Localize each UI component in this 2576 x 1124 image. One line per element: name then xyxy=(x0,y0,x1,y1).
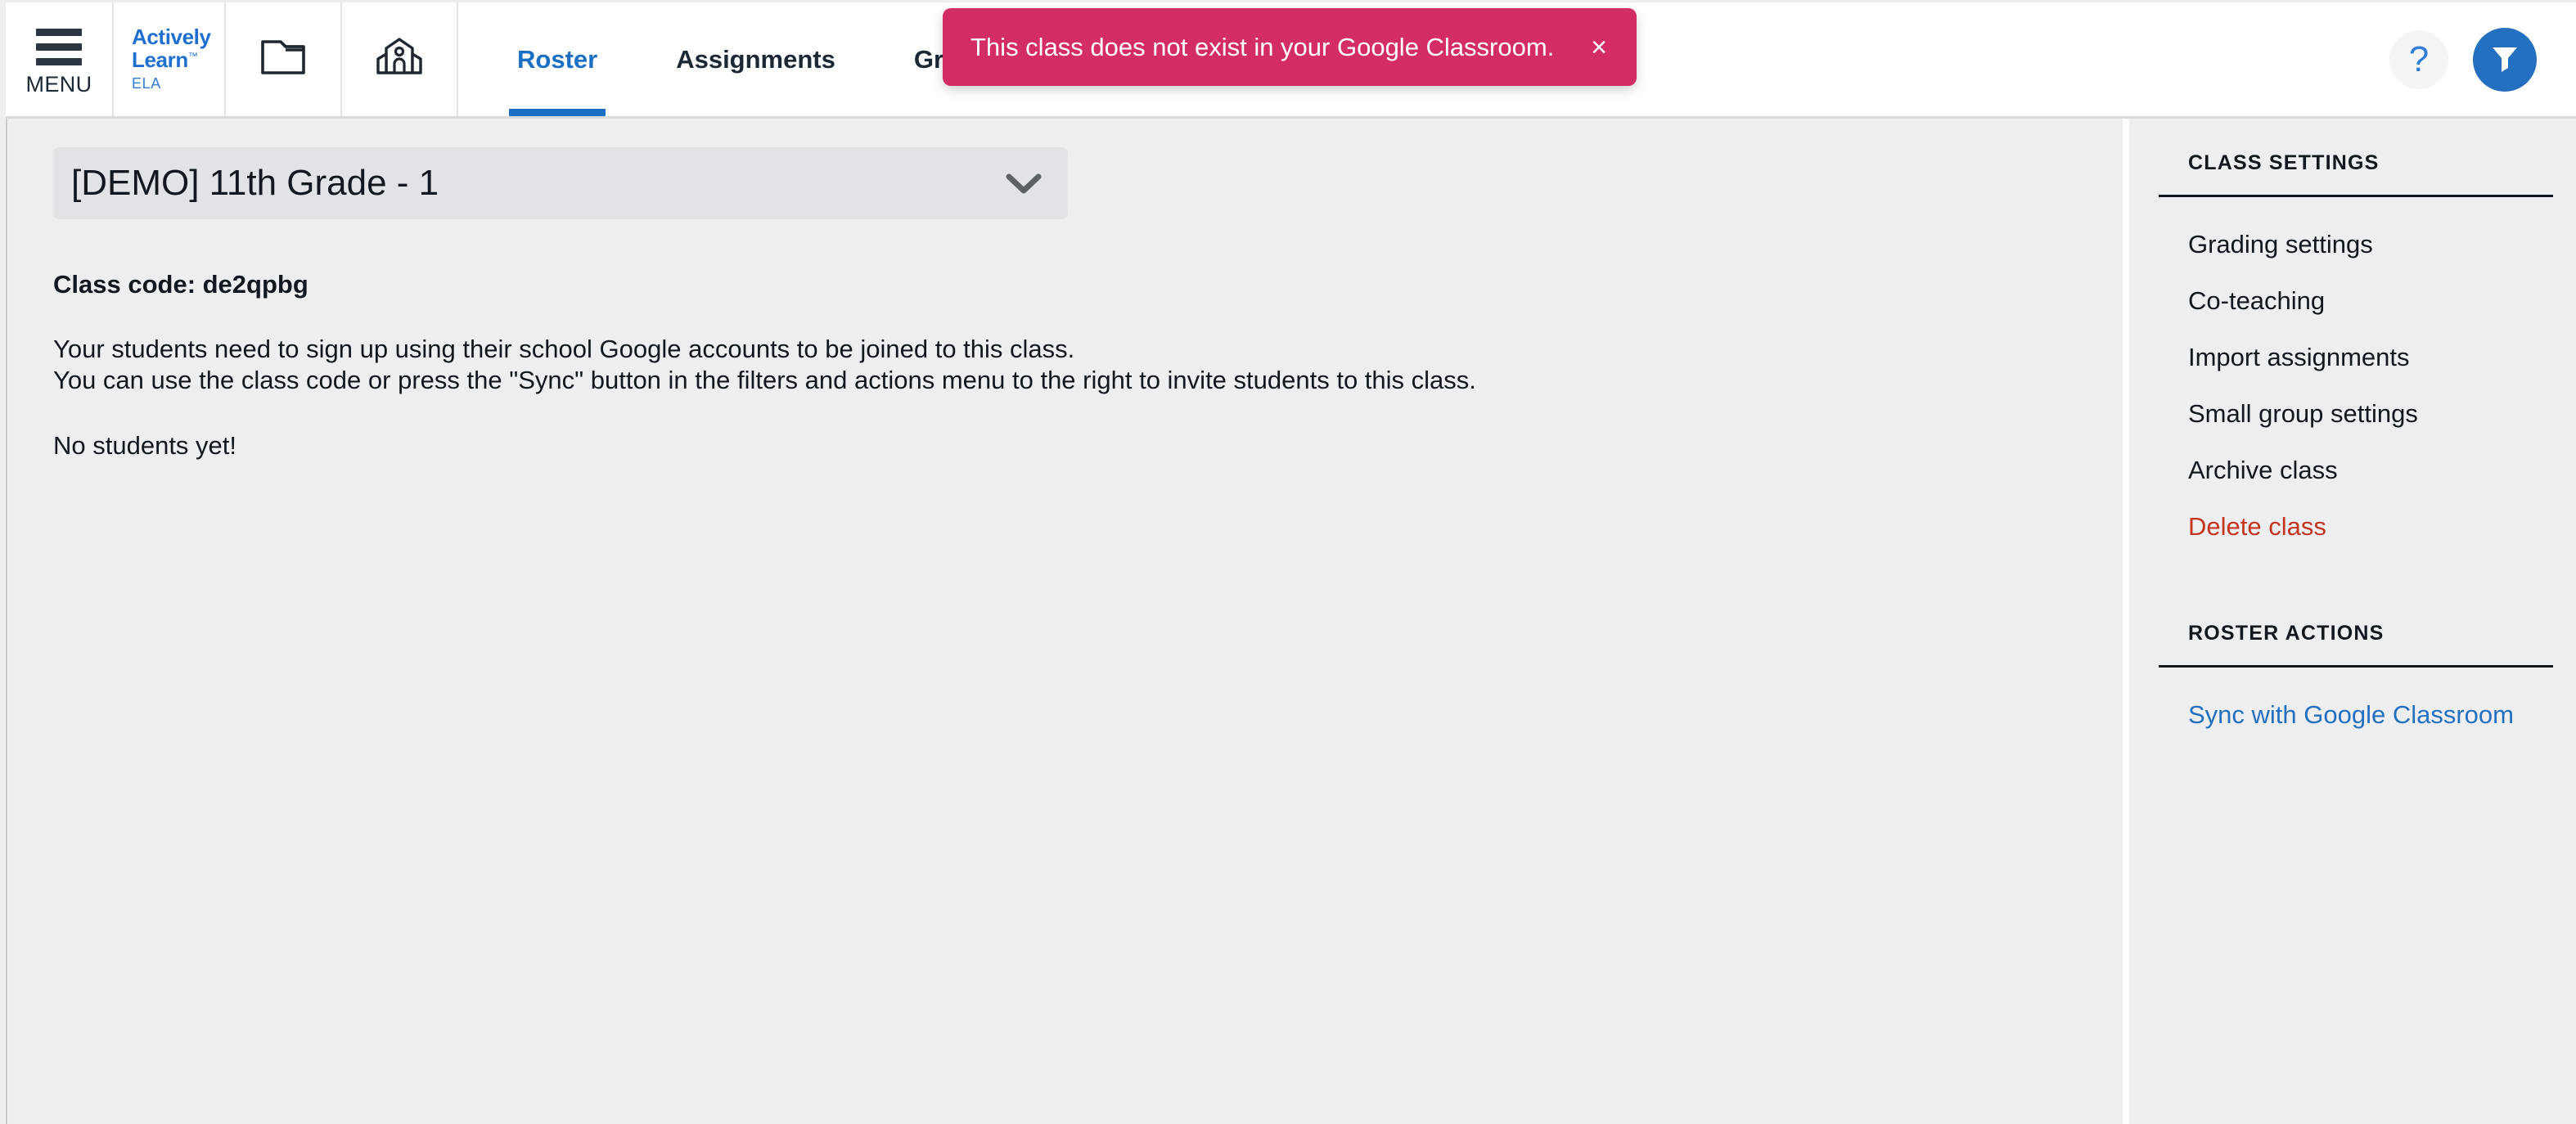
section-rule xyxy=(2159,665,2553,668)
roster-instructions-line-2: You can use the class code or press the … xyxy=(53,365,1476,394)
tab-roster-label: Roster xyxy=(517,44,598,74)
library-folder-icon xyxy=(260,37,306,82)
class-settings-heading: CLASS SETTINGS xyxy=(2188,151,2380,174)
error-toast: This class does not exist in your Google… xyxy=(943,8,1637,86)
sidebar-item-co-teaching[interactable]: Co-teaching xyxy=(2159,286,2530,316)
roster-main-panel: [DEMO] 11th Grade - 1 Class code: de2qpb… xyxy=(7,119,2123,1124)
sidebar-item-delete-class[interactable]: Delete class xyxy=(2159,512,2530,542)
library-nav-button[interactable] xyxy=(226,2,340,116)
roster-actions-heading: ROSTER ACTIONS xyxy=(2188,622,2385,645)
sidebar-section-gap xyxy=(2159,542,2530,622)
sidebar-item-small-group-settings[interactable]: Small group settings xyxy=(2159,399,2530,429)
empty-roster-message: No students yet! xyxy=(53,430,237,460)
sidebar-item-archive-class[interactable]: Archive class xyxy=(2159,456,2530,485)
logo-line-1: Actively xyxy=(132,25,211,50)
app-logo[interactable]: Actively Learn™ ELA xyxy=(114,2,224,116)
tab-assignments-label: Assignments xyxy=(676,44,835,74)
class-selector-value: [DEMO] 11th Grade - 1 xyxy=(71,163,439,203)
class-code-text: Class code: de2qpbg xyxy=(53,270,308,299)
chevron-down-icon xyxy=(1004,171,1043,196)
hamburger-menu-icon xyxy=(36,28,82,65)
school-building-icon xyxy=(376,37,423,82)
panel-divider xyxy=(2123,119,2129,1124)
trademark-symbol: ™ xyxy=(187,49,198,61)
header-right-group: ? xyxy=(2389,2,2576,116)
section-rule xyxy=(2159,195,2553,197)
help-button[interactable]: ? xyxy=(2389,29,2448,89)
menu-button-label: MENU xyxy=(25,71,92,97)
sidebar-inner: CLASS SETTINGS Grading settings Co-teach… xyxy=(2129,151,2553,730)
sidebar-item-grading-settings[interactable]: Grading settings xyxy=(2159,230,2530,259)
tab-roster[interactable]: Roster xyxy=(478,2,637,116)
app-root: MENU Actively Learn™ ELA Roster Assignme… xyxy=(0,0,2576,1124)
filters-and-actions-button[interactable] xyxy=(2473,27,2537,92)
header-divider xyxy=(457,2,458,116)
roster-instructions: Your students need to sign up using thei… xyxy=(53,334,2123,396)
logo-text: Actively Learn™ xyxy=(132,26,224,70)
tab-assignments[interactable]: Assignments xyxy=(637,2,875,116)
sidebar-item-sync-with-google-classroom[interactable]: Sync with Google Classroom xyxy=(2159,700,2530,730)
page-body: [DEMO] 11th Grade - 1 Class code: de2qpb… xyxy=(6,119,2576,1124)
funnel-filter-icon xyxy=(2487,39,2523,79)
class-settings-sidebar: CLASS SETTINGS Grading settings Co-teach… xyxy=(2129,119,2576,1124)
toast-message: This class does not exist in your Google… xyxy=(971,32,1555,61)
class-selector-dropdown[interactable]: [DEMO] 11th Grade - 1 xyxy=(53,147,1068,219)
logo-line-2: Learn xyxy=(132,47,188,72)
menu-button[interactable]: MENU xyxy=(6,2,112,116)
school-nav-button[interactable] xyxy=(342,2,457,116)
question-mark-icon: ? xyxy=(2408,38,2430,79)
logo-subject-label: ELA xyxy=(132,74,161,92)
header-left-group: MENU Actively Learn™ ELA Roster Assignme… xyxy=(6,2,1041,116)
sidebar-item-import-assignments[interactable]: Import assignments xyxy=(2159,343,2530,372)
roster-instructions-line-1: Your students need to sign up using thei… xyxy=(53,335,1075,363)
toast-close-button[interactable]: × xyxy=(1581,34,1637,61)
